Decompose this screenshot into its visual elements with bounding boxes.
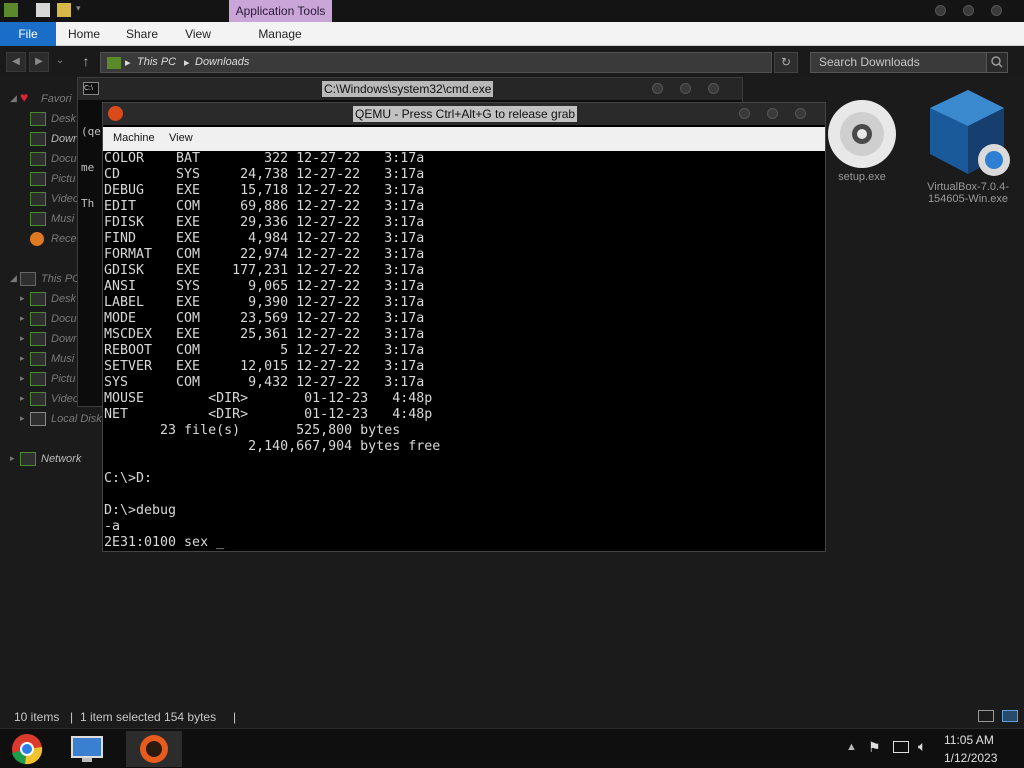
divider: | (70, 710, 74, 724)
chevron-right-icon[interactable]: ▸ (10, 453, 15, 464)
explorer-titlebar: ▾ Application Tools (0, 0, 1024, 22)
divider: | (233, 710, 237, 724)
chevron-right-icon[interactable]: ▸ (20, 413, 25, 424)
large-icons-view-icon[interactable] (1002, 710, 1018, 722)
back-button[interactable]: ◀ (6, 52, 26, 72)
status-bar: 10 items | 1 item selected 154 bytes | (0, 706, 1024, 728)
file-tab[interactable]: File (0, 22, 56, 46)
file-label: VirtualBox-7.0.4- (927, 181, 1009, 193)
search-icon[interactable] (986, 52, 1008, 73)
chevron-right-icon[interactable]: ▸ (20, 393, 25, 404)
item-count: 10 items (14, 710, 60, 724)
qemu-display[interactable]: COLOR BAT 322 12-27-22 3:17a CD SYS 24,7… (103, 151, 825, 551)
pictures-folder-icon (30, 372, 46, 386)
cd-icon (828, 100, 896, 168)
chevron-down-icon[interactable]: ◢ (10, 273, 17, 284)
tab-manage[interactable]: Manage (240, 22, 320, 46)
chevron-right-icon[interactable]: ▸ (20, 353, 25, 364)
maximize-button[interactable] (963, 5, 974, 16)
close-button[interactable] (795, 108, 806, 119)
chevron-right-icon[interactable]: ▸ (20, 313, 25, 324)
cmd-icon: C:\ (83, 82, 99, 95)
folder-icon (107, 57, 121, 69)
videos-folder-icon (30, 192, 46, 206)
tab-share[interactable]: Share (118, 22, 166, 46)
details-view-icon[interactable] (978, 710, 994, 722)
minimize-button[interactable] (739, 108, 750, 119)
chevron-right-icon: ▸ (184, 57, 190, 69)
refresh-button[interactable]: ↻ (774, 52, 798, 73)
search-input[interactable]: Search Downloads (810, 52, 1008, 73)
file-virtualbox-exe[interactable]: VirtualBox-7.0.4- 154605-Win.exe (918, 84, 1018, 205)
disk-icon (30, 412, 46, 426)
qemu-menubar: Machine View (103, 127, 825, 151)
documents-folder-icon (30, 312, 46, 326)
chevron-right-icon[interactable]: ▸ (20, 373, 25, 384)
chevron-down-icon[interactable]: ▾ (76, 3, 86, 17)
chrome-icon[interactable] (4, 731, 54, 767)
desktop-folder-icon (30, 292, 46, 306)
navigation-pane: ◢ ♥ Favori Desk Down Docu Pictu Video Mu… (10, 89, 102, 466)
chevron-right-icon[interactable]: ▸ (20, 293, 25, 304)
up-button[interactable]: ↑ (76, 52, 96, 72)
close-button[interactable] (708, 83, 719, 94)
dos-console-text: COLOR BAT 322 12-27-22 3:17a CD SYS 24,7… (104, 151, 441, 550)
qemu-icon (108, 106, 123, 121)
qemu-titlebar[interactable]: QEMU - Press Ctrl+Alt+G to release grab (103, 103, 825, 125)
new-folder-icon[interactable] (57, 3, 71, 17)
address-bar: ◀ ▶ ⌄ ↑ ▸ This PC ▸ Downloads ↻ Search D… (0, 48, 1024, 76)
selection-info: 1 item selected 154 bytes (80, 710, 217, 724)
chevron-right-icon: ▸ (125, 57, 131, 69)
address-field[interactable]: ▸ This PC ▸ Downloads (100, 52, 772, 73)
qemu-window[interactable]: QEMU - Press Ctrl+Alt+G to release grab … (102, 102, 826, 552)
taskbar: ▲ ⚑ 🔈︎ 11:05 AM 1/12/2023 (0, 728, 1024, 768)
virtualbox-icon (930, 90, 1010, 176)
pictures-folder-icon (30, 172, 46, 186)
tab-view[interactable]: View (176, 22, 220, 46)
show-hidden-icons-button[interactable]: ▲ (846, 741, 857, 753)
music-folder-icon (30, 352, 46, 366)
menu-machine[interactable]: Machine (113, 132, 155, 144)
ribbon: Home Share View Manage (0, 22, 1024, 46)
qemu-icon[interactable] (126, 731, 182, 767)
volume-icon[interactable]: 🔈︎ (918, 738, 926, 755)
chevron-down-icon[interactable]: ◢ (10, 93, 17, 104)
computer-icon[interactable] (62, 731, 112, 767)
desktop-folder-icon (30, 112, 46, 126)
downloads-folder-icon (30, 132, 46, 146)
clock-time[interactable]: 11:05 AM (944, 733, 994, 747)
heart-icon: ♥ (20, 89, 29, 105)
breadcrumb-this-pc[interactable]: This PC (137, 56, 176, 68)
cmd-title: C:\Windows\system32\cmd.exe (322, 81, 494, 97)
documents-folder-icon (30, 152, 46, 166)
close-button[interactable] (991, 5, 1002, 16)
music-folder-icon (30, 212, 46, 226)
file-label: 154605-Win.exe (927, 193, 1009, 205)
cmd-titlebar[interactable]: C:\ C:\Windows\system32\cmd.exe (78, 78, 742, 100)
flag-icon[interactable]: ⚑ (868, 739, 881, 756)
minimize-button[interactable] (935, 5, 946, 16)
clock-date[interactable]: 1/12/2023 (944, 751, 997, 765)
folder-icon (4, 3, 18, 17)
forward-button[interactable]: ▶ (29, 52, 49, 72)
breadcrumb-downloads[interactable]: Downloads (195, 56, 249, 68)
downloads-folder-icon (30, 332, 46, 346)
maximize-button[interactable] (680, 83, 691, 94)
network-icon[interactable] (893, 741, 909, 753)
menu-view[interactable]: View (169, 132, 193, 144)
maximize-button[interactable] (767, 108, 778, 119)
computer-icon (20, 272, 36, 286)
application-tools-tab: Application Tools (229, 0, 332, 22)
chevron-right-icon[interactable]: ▸ (20, 333, 25, 344)
tab-home[interactable]: Home (60, 22, 108, 46)
recent-locations-button[interactable]: ⌄ (54, 52, 66, 72)
file-setup-exe[interactable]: setup.exe (826, 86, 898, 183)
qemu-title: QEMU - Press Ctrl+Alt+G to release grab (353, 106, 578, 122)
recent-icon (30, 232, 44, 246)
minimize-button[interactable] (652, 83, 663, 94)
videos-folder-icon (30, 392, 46, 406)
network-icon (20, 452, 36, 466)
properties-icon[interactable] (36, 3, 50, 17)
